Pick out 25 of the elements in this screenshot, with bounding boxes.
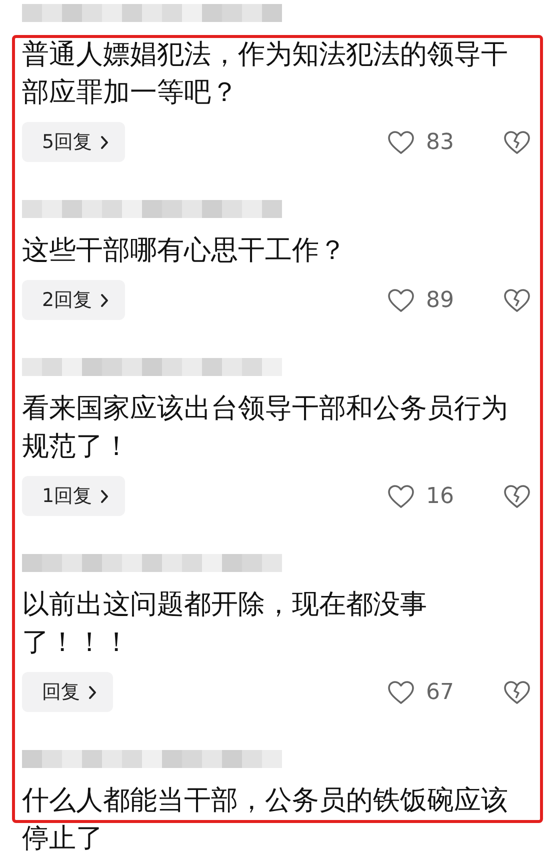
heart-icon[interactable] — [388, 130, 414, 154]
comment-text: 这些干部哪有心思干工作？ — [22, 234, 347, 268]
like-count: 16 — [426, 484, 454, 508]
comment-text: 什么人都能当干部，公务员的铁饭碗应该停止了 — [22, 784, 509, 856]
chevron-icon — [100, 134, 110, 150]
heart-icon[interactable] — [388, 484, 414, 508]
comment-text: 看来国家应该出台领导干部和公务员行为规范了！ — [22, 392, 509, 464]
comment-text: 普通人嫖娼犯法，作为知法犯法的领导干部应罪加一等吧？ — [22, 38, 509, 110]
replies-button[interactable]: 5回复 — [22, 122, 126, 162]
replies-button[interactable]: 回复 — [22, 672, 113, 712]
like-count: 67 — [426, 680, 454, 704]
broken-heart-icon[interactable] — [504, 484, 530, 508]
heart-icon[interactable] — [388, 680, 414, 704]
like-count: 89 — [426, 288, 454, 312]
comment-text: 以前出这问题都开除，现在都没事了！！！ — [22, 588, 428, 660]
replies-button[interactable]: 1回复 — [22, 476, 126, 516]
broken-heart-icon[interactable] — [504, 130, 530, 154]
chevron-icon — [100, 292, 110, 308]
chevron-icon — [100, 488, 110, 504]
heart-icon[interactable] — [388, 288, 414, 312]
replies-button[interactable]: 2回复 — [22, 280, 126, 320]
broken-heart-icon[interactable] — [504, 680, 530, 704]
chevron-icon — [88, 684, 97, 700]
like-count: 83 — [426, 130, 454, 154]
broken-heart-icon[interactable] — [504, 288, 530, 312]
